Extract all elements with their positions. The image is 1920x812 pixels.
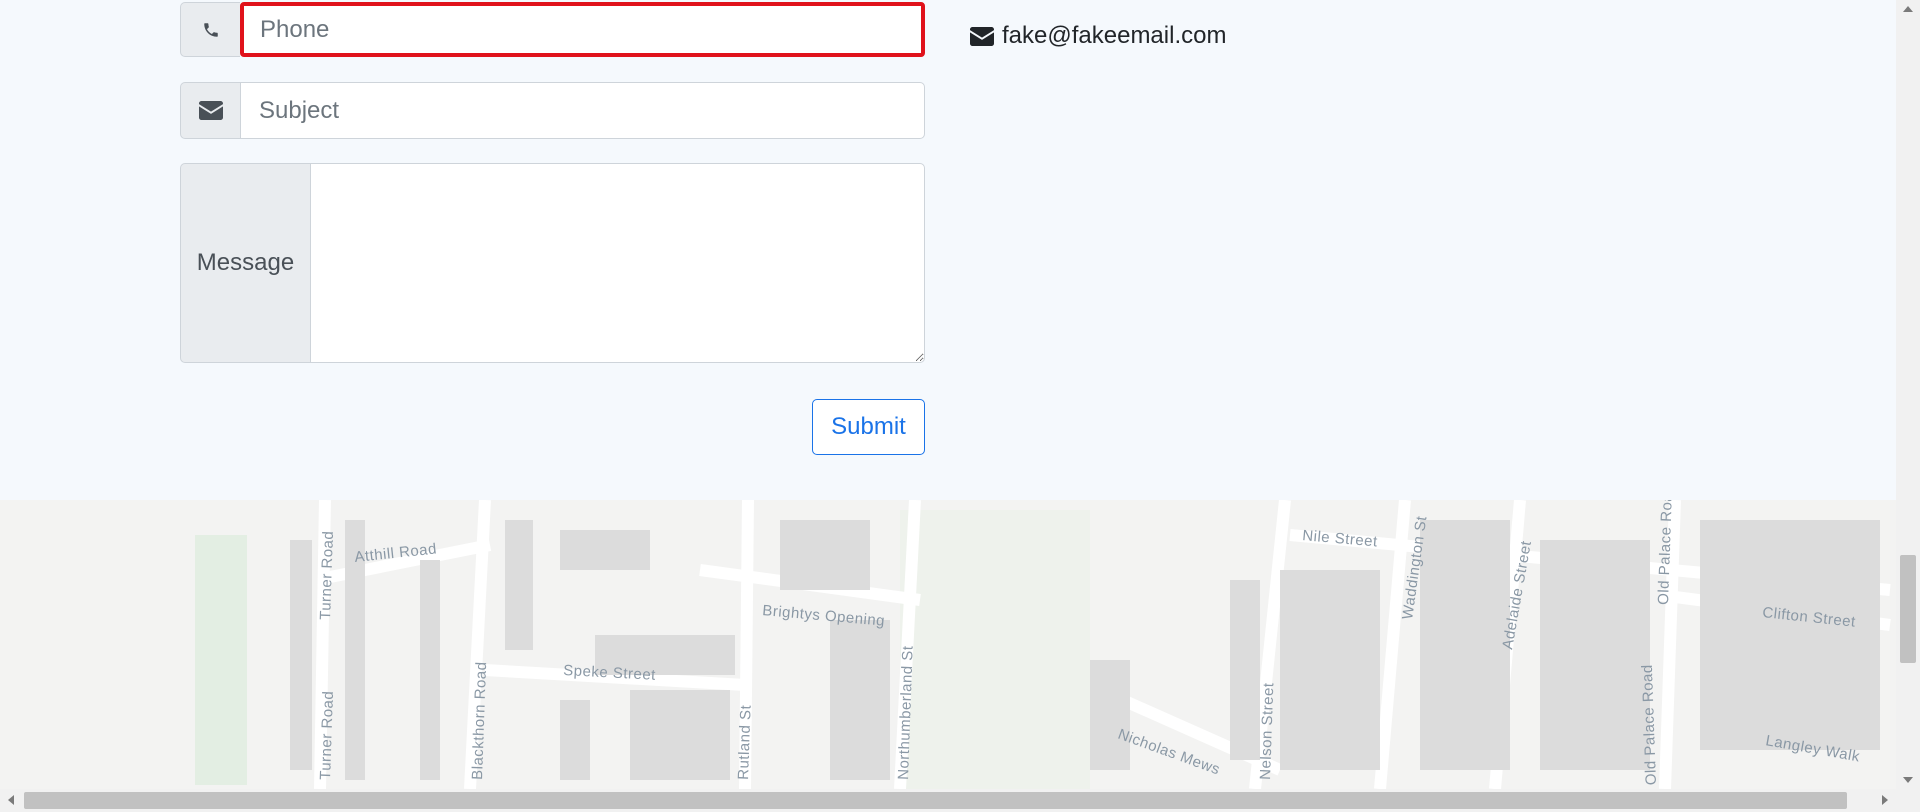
map-canvas[interactable]: Atthill Road Turner Road Turner Road Spe… [0,500,1896,789]
contact-email: fake@fakeemail.com [970,22,1226,50]
phone-icon [180,2,240,57]
subject-input-group [180,82,925,139]
submit-button[interactable]: Submit [812,399,925,455]
vertical-scrollbar[interactable] [1896,0,1920,789]
map[interactable]: Atthill Road Turner Road Turner Road Spe… [0,500,1896,789]
vertical-scroll-thumb[interactable] [1900,555,1916,663]
map-label-nelson-street: Nelson Street [1257,682,1277,780]
contact-form-section: Message Submit fake@fakeemail.com [0,0,1896,500]
message-label: Message [180,163,310,363]
scroll-up-icon[interactable] [1903,6,1913,12]
horizontal-scroll-thumb[interactable] [24,792,1847,809]
phone-input-group [180,2,925,57]
subject-input[interactable] [240,82,925,139]
message-input-group: Message [180,163,925,363]
scroll-down-icon[interactable] [1903,777,1913,783]
scroll-right-icon[interactable] [1882,795,1888,805]
envelope-icon [970,26,994,46]
map-label-rutland-st: Rutland St [735,704,755,780]
map-label-turner-road-lower: Turner Road [317,690,337,780]
message-textarea[interactable] [310,163,925,363]
phone-input[interactable] [240,2,925,57]
scroll-left-icon[interactable] [8,795,14,805]
horizontal-scrollbar[interactable] [0,789,1920,812]
contact-email-text: fake@fakeemail.com [1002,22,1227,49]
envelope-icon [180,82,240,139]
map-label-turner-road: Turner Road [317,530,337,620]
